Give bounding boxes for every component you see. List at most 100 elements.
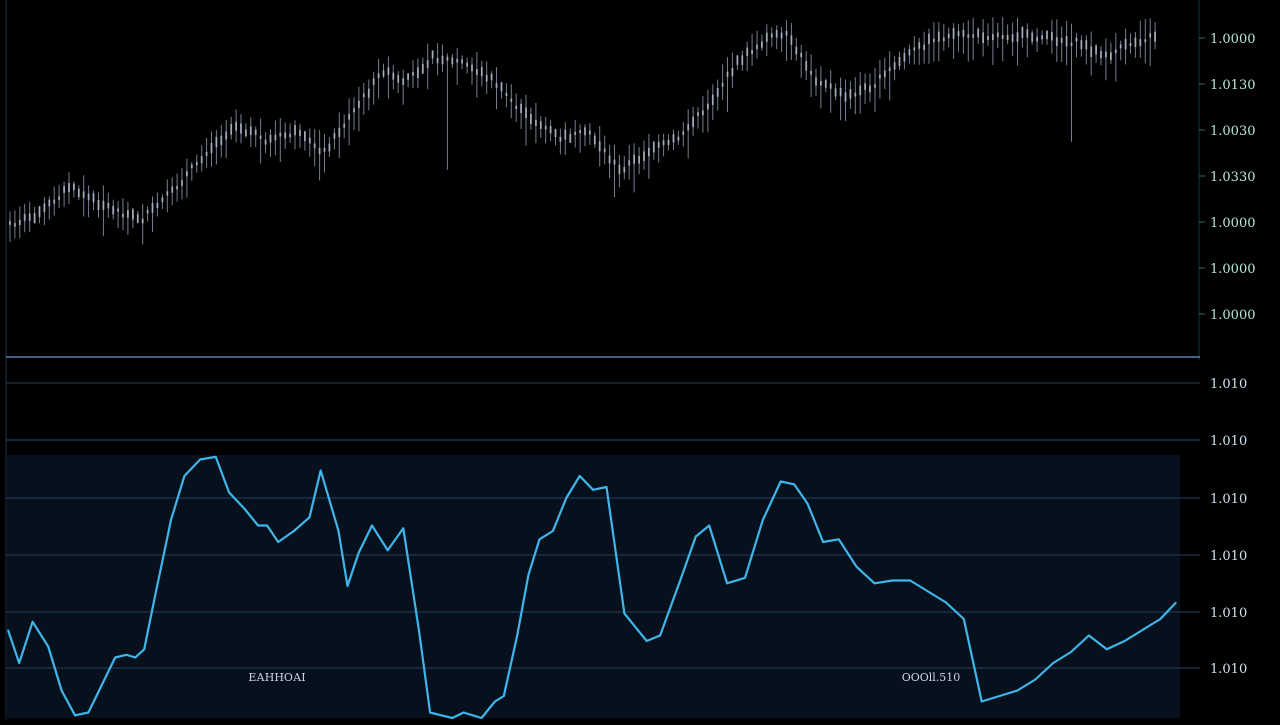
candle-body xyxy=(1149,33,1152,38)
candle-body xyxy=(1055,37,1058,46)
oscillator-point xyxy=(963,618,965,620)
candle-body xyxy=(97,200,100,210)
candle-body xyxy=(579,130,581,134)
candle-body xyxy=(367,88,370,98)
oscillator-point xyxy=(806,502,809,505)
candle-body xyxy=(589,130,591,135)
candle-body xyxy=(18,219,21,226)
oscillator-point xyxy=(480,717,483,719)
oscillator-point xyxy=(101,684,103,686)
candle-body xyxy=(549,126,552,134)
candle-body xyxy=(711,94,714,105)
price-tick-label: 1.0000 xyxy=(1210,32,1256,47)
chart-svg: 1.0000 1.0130 1.0030 1.0330 1.0000 1.0000 1.00… xyxy=(0,0,1280,720)
oscillator-point xyxy=(277,541,279,543)
oscillator-point xyxy=(244,508,246,510)
candle-body xyxy=(539,121,542,129)
oscillator-point xyxy=(440,714,442,716)
oscillator-point xyxy=(565,497,567,499)
candle-body xyxy=(289,133,291,138)
candle-body xyxy=(1090,46,1093,57)
candle-body xyxy=(520,103,522,113)
candle-body xyxy=(633,154,635,164)
candle-body xyxy=(176,186,178,190)
candle-body xyxy=(775,29,778,38)
oscillator-point xyxy=(605,486,608,488)
candle-body xyxy=(613,159,616,165)
candle-body xyxy=(235,121,237,131)
candle-body xyxy=(554,129,557,138)
candle-body xyxy=(122,213,124,218)
candle-body xyxy=(77,188,80,198)
candle-body xyxy=(652,141,655,153)
candle-body xyxy=(628,160,631,166)
candle-body xyxy=(284,132,287,139)
candle-body xyxy=(947,33,950,39)
candle-body xyxy=(73,183,75,191)
candle-body xyxy=(525,107,527,118)
candle-body xyxy=(874,84,876,88)
candle-body xyxy=(888,67,891,72)
candle-body xyxy=(702,110,704,116)
candle-body xyxy=(338,127,341,138)
candle-body xyxy=(304,131,306,141)
oscillator-point xyxy=(308,516,311,518)
candle-body xyxy=(908,49,911,56)
oscillator-point xyxy=(726,582,728,584)
price-tick-label: 1.0000 xyxy=(1210,308,1256,323)
oscillator-point xyxy=(659,634,661,637)
oscillator-point xyxy=(7,629,9,631)
candle-body xyxy=(353,108,355,113)
oscillator-point xyxy=(451,717,453,719)
oscillator-point xyxy=(74,714,76,716)
candle-body xyxy=(407,73,409,80)
candle-body xyxy=(87,193,90,201)
oscillator-point xyxy=(346,585,349,587)
candle-body xyxy=(1144,39,1147,43)
candle-body xyxy=(535,119,537,126)
oscillator-point xyxy=(744,577,746,579)
candle-body xyxy=(1075,37,1078,42)
candle-body xyxy=(559,136,562,142)
candle-body xyxy=(1041,35,1043,40)
oscillator-point xyxy=(679,579,681,582)
oscillator-point xyxy=(762,519,764,521)
candle-body xyxy=(692,116,694,128)
candle-body xyxy=(328,143,331,152)
trading-chart: 1.0000 1.0130 1.0030 1.0330 1.0000 1.0000 1.00… xyxy=(0,0,1280,720)
oscillator-tick-label: 1.010 xyxy=(1210,434,1247,449)
candle-body xyxy=(372,78,375,85)
candle-body xyxy=(387,67,390,75)
candle-body xyxy=(982,32,984,43)
oscillator-point xyxy=(18,662,20,664)
candle-body xyxy=(662,140,665,146)
candle-body xyxy=(761,41,763,48)
candle-body xyxy=(598,141,601,152)
candle-body xyxy=(171,186,174,193)
candle-body xyxy=(348,113,350,120)
oscillator-point xyxy=(503,695,505,697)
oscillator-tick-label: 1.010 xyxy=(1210,606,1247,621)
candle-body xyxy=(490,73,493,81)
candle-body xyxy=(648,147,650,157)
candle-body xyxy=(230,123,233,135)
oscillator-point xyxy=(822,541,824,543)
candle-body xyxy=(849,89,852,99)
oscillator-point xyxy=(134,656,136,659)
oscillator-tick-label: 1.010 xyxy=(1210,662,1247,677)
candle-body xyxy=(505,93,508,96)
oscillator-point xyxy=(371,524,373,527)
oscillator-point xyxy=(909,579,911,582)
candle-body xyxy=(893,62,896,70)
candle-body xyxy=(1006,35,1009,41)
candle-body xyxy=(1031,32,1034,42)
candle-body xyxy=(68,183,70,193)
candle-body xyxy=(687,124,690,131)
oscillator-point xyxy=(387,549,389,551)
candle-body xyxy=(1100,50,1102,59)
oscillator-point xyxy=(945,601,947,604)
candle-body xyxy=(898,56,901,66)
candle-body xyxy=(1154,31,1156,42)
candle-body xyxy=(48,199,51,207)
candle-body xyxy=(38,206,41,217)
